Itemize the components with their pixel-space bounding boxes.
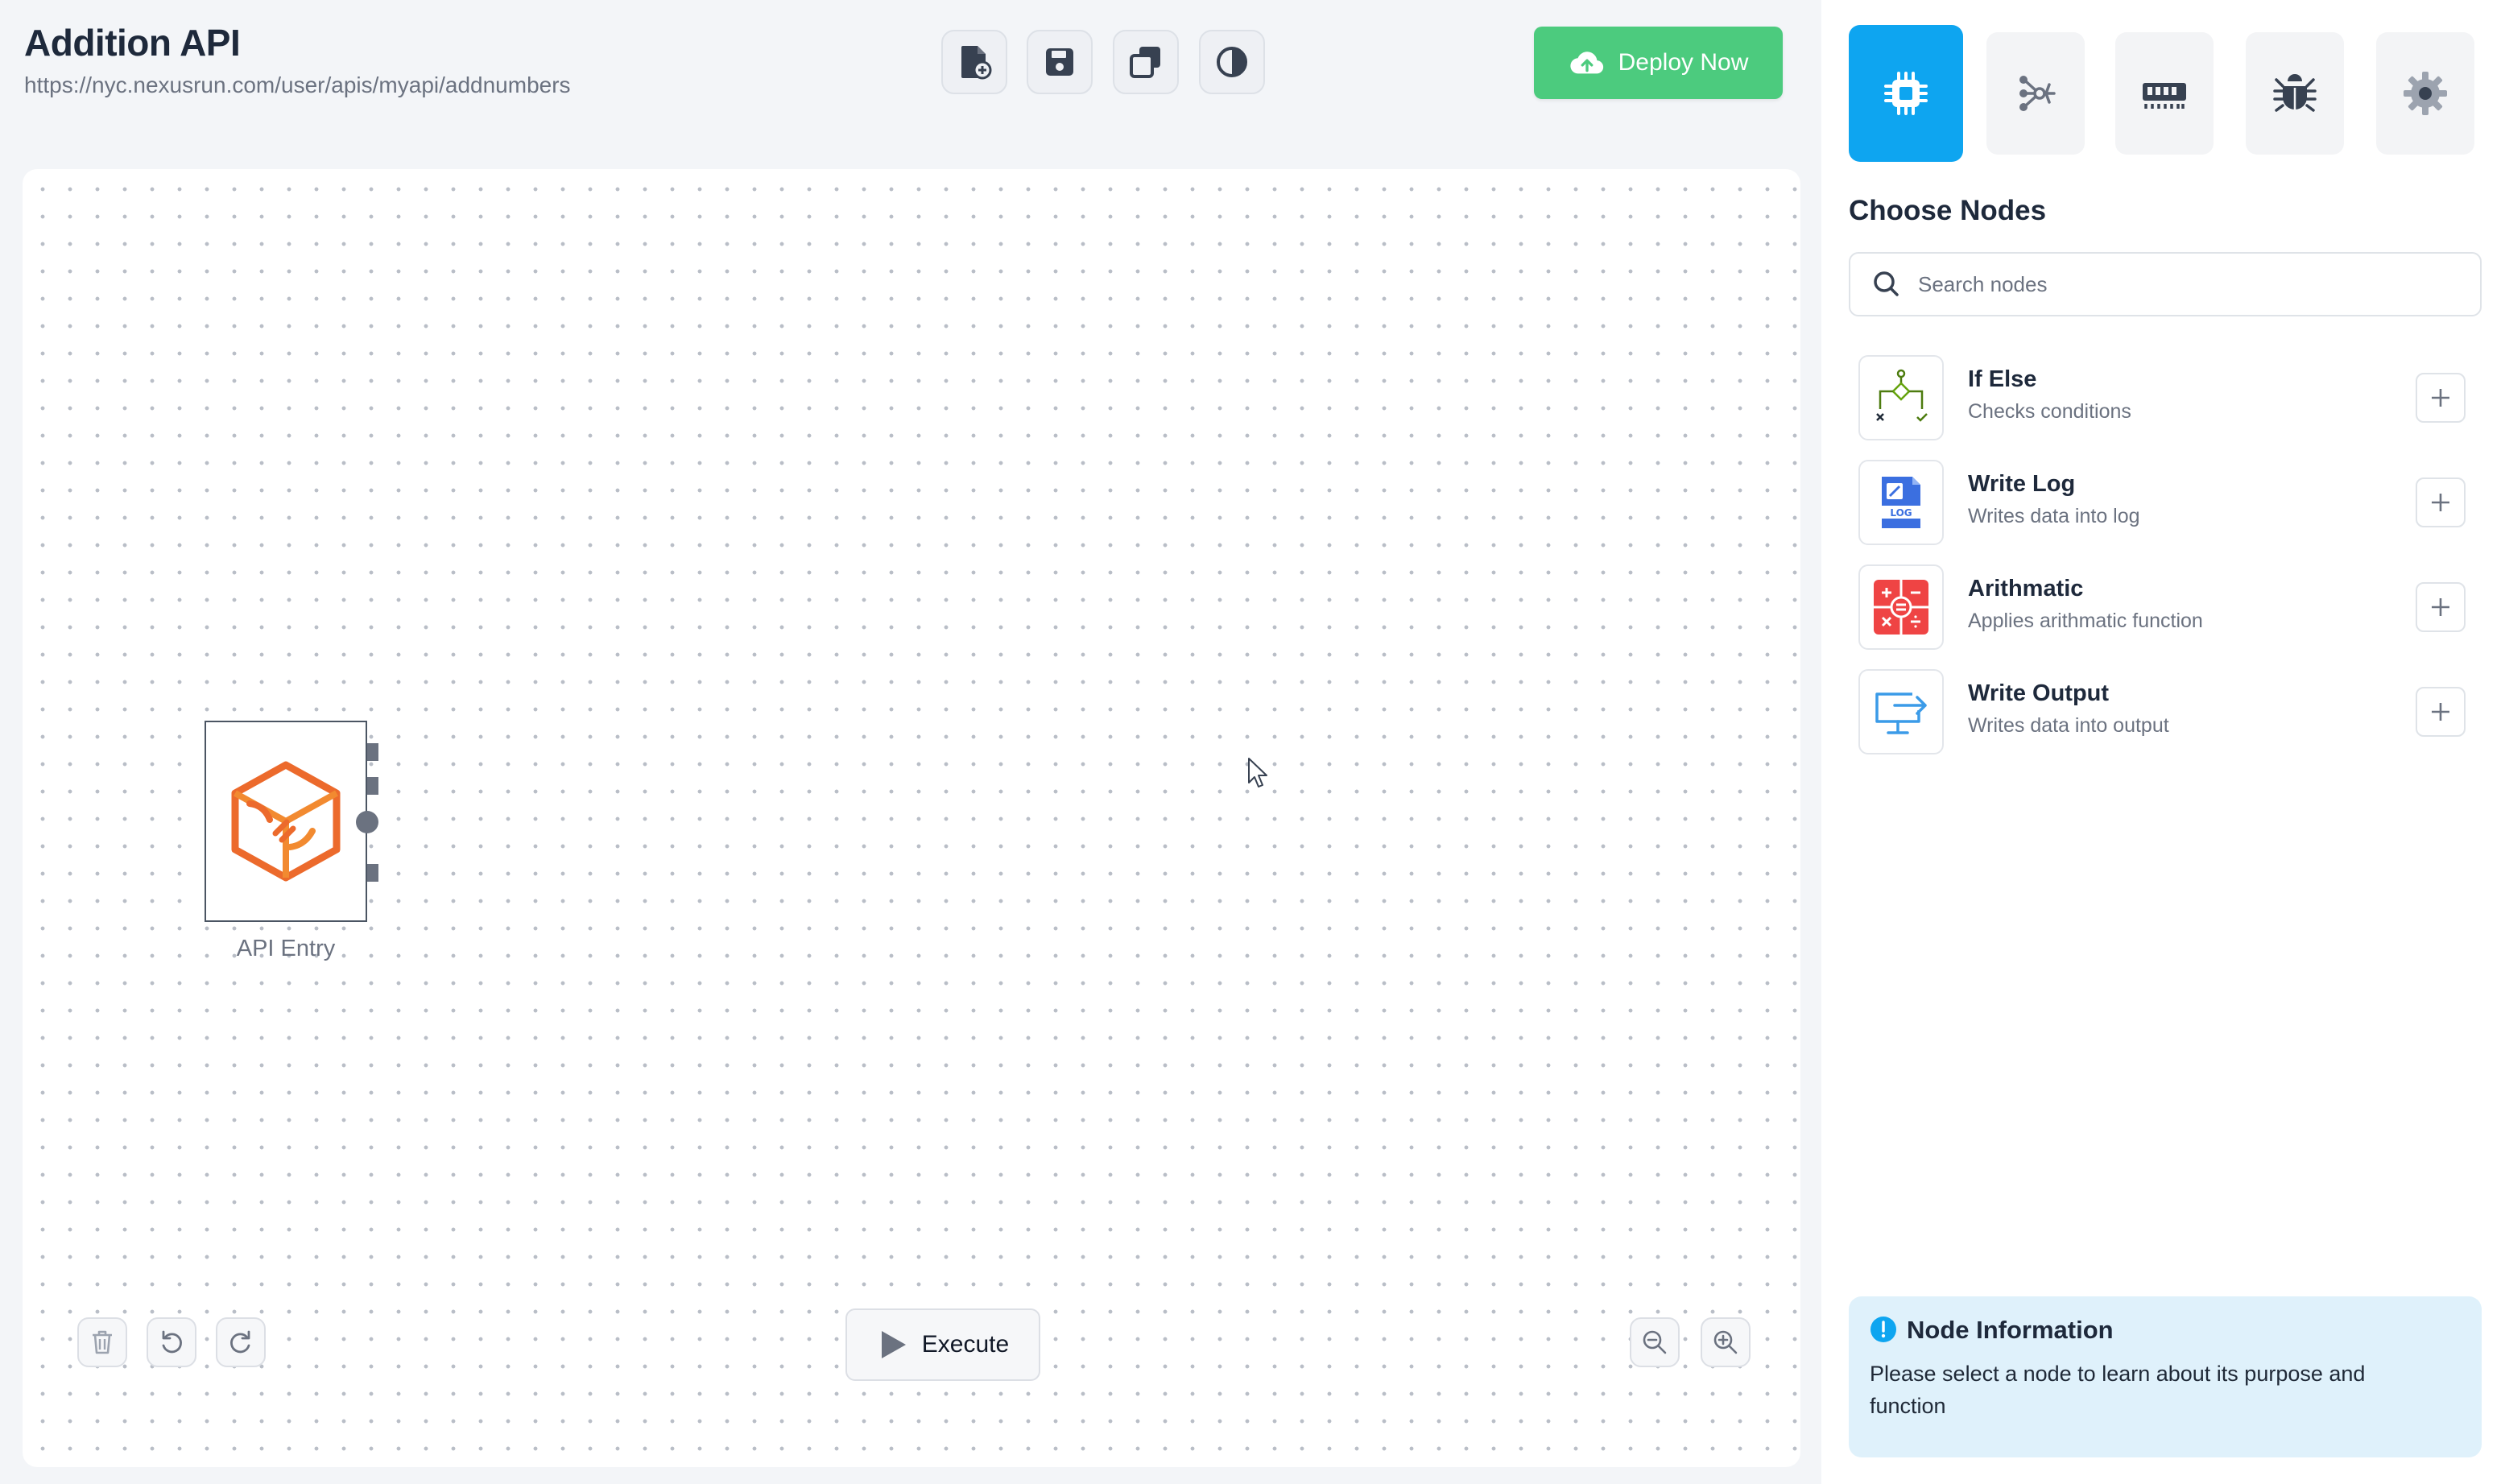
workspace: Addition API https://nyc.nexusrun.com/us… [0, 0, 1821, 1484]
info-icon [1870, 1317, 1896, 1342]
calculator-icon [1874, 580, 1928, 635]
duplicate-icon [1130, 47, 1160, 78]
node-port[interactable] [367, 864, 378, 882]
node-output-port[interactable] [356, 811, 378, 833]
node-list-item[interactable]: If Else Checks conditions [1858, 355, 2466, 440]
redo-icon [230, 1330, 250, 1354]
theme-toggle-button[interactable] [1199, 30, 1265, 94]
zoom-in-button[interactable] [1701, 1317, 1751, 1367]
node-info-text: Please select a node to learn about its … [1870, 1362, 2366, 1418]
theme-contrast-icon [1217, 47, 1247, 77]
play-icon [881, 1331, 906, 1358]
api-url: https://nyc.nexusrun.com/user/apis/myapi… [24, 72, 571, 97]
node-list-item[interactable]: Write Output Writes data into output [1858, 669, 2466, 754]
zoom-in-icon [1713, 1330, 1738, 1354]
plus-icon [2432, 703, 2449, 721]
duplicate-button[interactable] [1113, 30, 1179, 94]
node-icon-box [1858, 355, 1944, 440]
node-name: Write Log [1968, 471, 2076, 497]
zoom-out-icon [1643, 1330, 1667, 1354]
undo-button[interactable] [147, 1317, 196, 1367]
node-list-item[interactable]: LOG Write Log Writes data into log [1858, 460, 2466, 545]
search-box[interactable] [1849, 252, 2482, 316]
execute-label: Execute [921, 1331, 1010, 1358]
node-port[interactable] [367, 743, 378, 761]
branch-icon [1876, 369, 1928, 422]
search-input[interactable] [1918, 271, 2466, 297]
api-entry-node[interactable] [205, 721, 378, 922]
add-node-button[interactable] [2416, 687, 2466, 737]
node-description: Applies arithmatic function [1968, 610, 2203, 632]
bug-icon [2273, 74, 2317, 112]
node-icon-box: LOG [1858, 460, 1944, 545]
tab-memory[interactable] [2115, 32, 2214, 155]
node-name: If Else [1968, 366, 2037, 392]
cloud-upload-icon [1570, 52, 1603, 74]
save-button[interactable] [1027, 30, 1093, 94]
trash-icon [93, 1330, 112, 1354]
log-icon: LOG [1882, 477, 1920, 528]
new-file-button[interactable] [941, 30, 1007, 94]
deploy-button[interactable]: Deploy Now [1534, 27, 1783, 99]
save-icon [1046, 48, 1073, 76]
add-node-button[interactable] [2416, 477, 2466, 527]
flow-canvas[interactable]: API Entry [23, 169, 1800, 1467]
tab-connections[interactable] [1986, 32, 2085, 155]
new-file-icon [961, 46, 992, 80]
tab-settings[interactable] [2376, 32, 2474, 155]
add-node-button[interactable] [2416, 582, 2466, 632]
memory-icon [2143, 83, 2186, 109]
redo-button[interactable] [216, 1317, 266, 1367]
chip-icon [1884, 72, 1928, 115]
plus-icon [2432, 598, 2449, 616]
panel-title: Choose Nodes [1849, 195, 2047, 226]
node-label: API Entry [236, 936, 336, 961]
plus-icon [2432, 389, 2449, 407]
monitor-output-icon [1875, 692, 1927, 734]
deploy-label: Deploy Now [1618, 49, 1749, 76]
node-icon-box [1858, 564, 1944, 650]
undo-icon [162, 1330, 182, 1354]
node-icon-box [1858, 669, 1944, 754]
node-info-title: Node Information [1907, 1316, 2114, 1344]
delete-button[interactable] [77, 1317, 127, 1367]
node-port[interactable] [367, 777, 378, 795]
node-info-panel: Node Information Please select a node to… [1849, 1296, 2482, 1457]
execute-button[interactable]: Execute [845, 1308, 1040, 1381]
share-nodes-icon [2019, 76, 2056, 111]
node-name: Write Output [1968, 680, 2110, 706]
node-description: Writes data into output [1968, 714, 2169, 737]
svg-text:LOG: LOG [1890, 507, 1912, 519]
node-list-item[interactable]: Arithmatic Applies arithmatic function [1858, 564, 2466, 650]
add-node-button[interactable] [2416, 373, 2466, 423]
api-entry-icon [231, 761, 341, 882]
tab-nodes[interactable] [1849, 25, 1963, 162]
node-description: Checks conditions [1968, 400, 2131, 423]
zoom-out-button[interactable] [1630, 1317, 1680, 1367]
tab-debug[interactable] [2246, 32, 2344, 155]
search-icon [1874, 271, 1899, 296]
plus-icon [2432, 494, 2449, 511]
node-description: Writes data into log [1968, 505, 2140, 527]
gear-icon [2404, 72, 2447, 115]
node-name: Arithmatic [1968, 576, 2084, 601]
mouse-cursor-icon [1248, 758, 1267, 787]
page-title: Addition API [24, 22, 241, 64]
